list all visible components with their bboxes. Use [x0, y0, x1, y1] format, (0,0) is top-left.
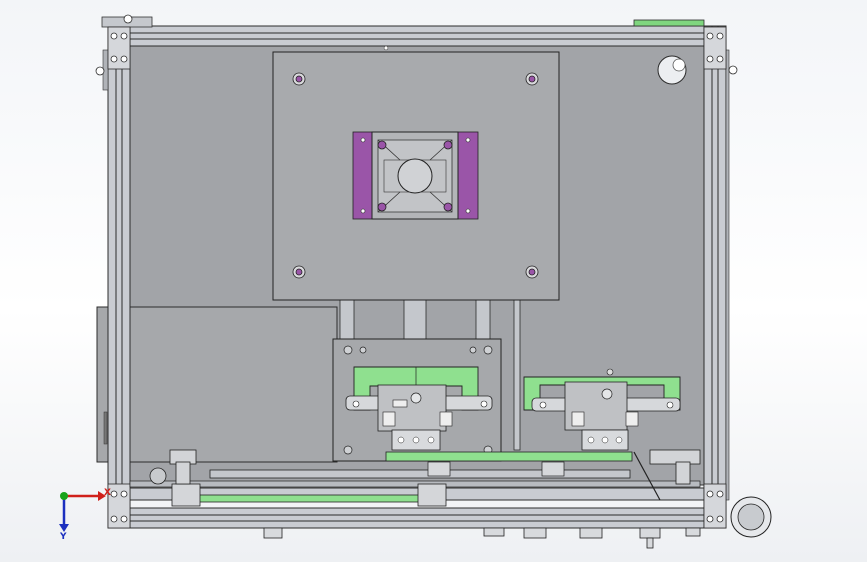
- origin-marker: [60, 492, 68, 500]
- caster-wheel: [730, 496, 772, 538]
- side-cover-box: [96, 306, 338, 463]
- green-bar-upper: [385, 451, 633, 462]
- assembly-drawing: [59, 14, 772, 549]
- bottom-fittings: [263, 527, 701, 549]
- motor-flange: [352, 131, 479, 220]
- coordinate-triad: [59, 491, 106, 532]
- x-axis-label: X: [104, 488, 111, 498]
- y-axis-label: Y: [60, 532, 67, 542]
- cad-viewport[interactable]: X Y: [0, 0, 867, 562]
- knob-top-right: [657, 55, 687, 85]
- green-bar-lower: [195, 494, 421, 503]
